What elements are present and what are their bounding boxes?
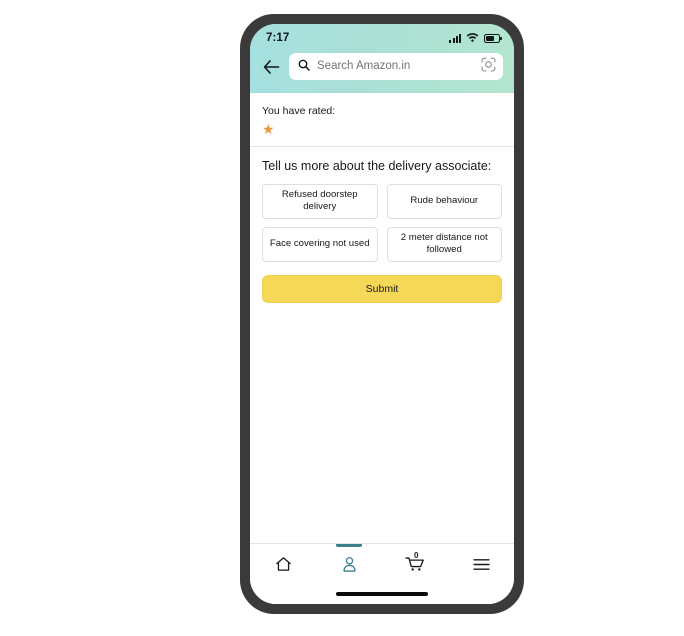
status-bar-time: 7:17 (266, 32, 290, 44)
wifi-icon (466, 29, 479, 47)
nav-item-account[interactable] (316, 544, 382, 584)
bottom-navigation: 0 (250, 543, 514, 584)
signal-bars-icon (449, 33, 461, 43)
home-indicator-row (250, 584, 514, 604)
cart-badge-count: 0 (414, 551, 419, 560)
home-indicator[interactable] (336, 592, 428, 596)
option-refused-doorstep-delivery[interactable]: Refused doorstep delivery (262, 184, 378, 219)
search-input-container[interactable]: Search Amazon.in (289, 53, 503, 80)
submit-button[interactable]: Submit (262, 274, 502, 303)
star-rating[interactable]: ★ (262, 122, 502, 136)
search-icon (298, 58, 310, 76)
app-header: 7:17 Search Amazon.in (250, 24, 514, 93)
page-content: You have rated: ★ Tell us more about the… (250, 93, 514, 604)
option-rude-behaviour[interactable]: Rude behaviour (386, 184, 502, 219)
search-input-placeholder: Search Amazon.in (317, 59, 411, 72)
feedback-title: Tell us more about the delivery associat… (262, 159, 492, 173)
rating-section: You have rated: ★ (250, 93, 514, 147)
back-arrow-icon (263, 59, 279, 74)
nav-item-menu[interactable] (448, 544, 514, 584)
back-button[interactable] (260, 56, 282, 78)
active-tab-indicator (336, 544, 362, 547)
nav-item-home[interactable] (250, 544, 316, 584)
screenshot-root: 7:17 Search Amazon.in You have rated: ★ … (0, 0, 684, 636)
camera-scan-icon (481, 57, 496, 71)
status-bar: 7:17 (250, 24, 514, 48)
option-2-meter-distance-not-followed[interactable]: 2 meter distance not followed (386, 226, 502, 262)
search-row: Search Amazon.in (250, 48, 514, 93)
status-bar-icons (449, 29, 502, 47)
phone-frame: 7:17 Search Amazon.in You have rated: ★ … (240, 14, 524, 614)
option-face-covering-not-used[interactable]: Face covering not used (262, 226, 378, 262)
hamburger-menu-icon (472, 558, 490, 570)
cart-icon-wrapper: 0 (405, 551, 425, 572)
feedback-section: Tell us more about the delivery associat… (250, 147, 514, 303)
rating-label: You have rated: (262, 105, 336, 117)
nav-item-cart[interactable]: 0 (382, 544, 448, 584)
feedback-options-grid: Refused doorstep delivery Rude behaviour… (262, 184, 502, 262)
phone-screen: 7:17 Search Amazon.in You have rated: ★ … (250, 24, 514, 604)
camera-scan-button[interactable] (481, 57, 496, 77)
home-icon (275, 557, 291, 571)
battery-icon (484, 33, 502, 43)
person-icon (342, 556, 356, 572)
